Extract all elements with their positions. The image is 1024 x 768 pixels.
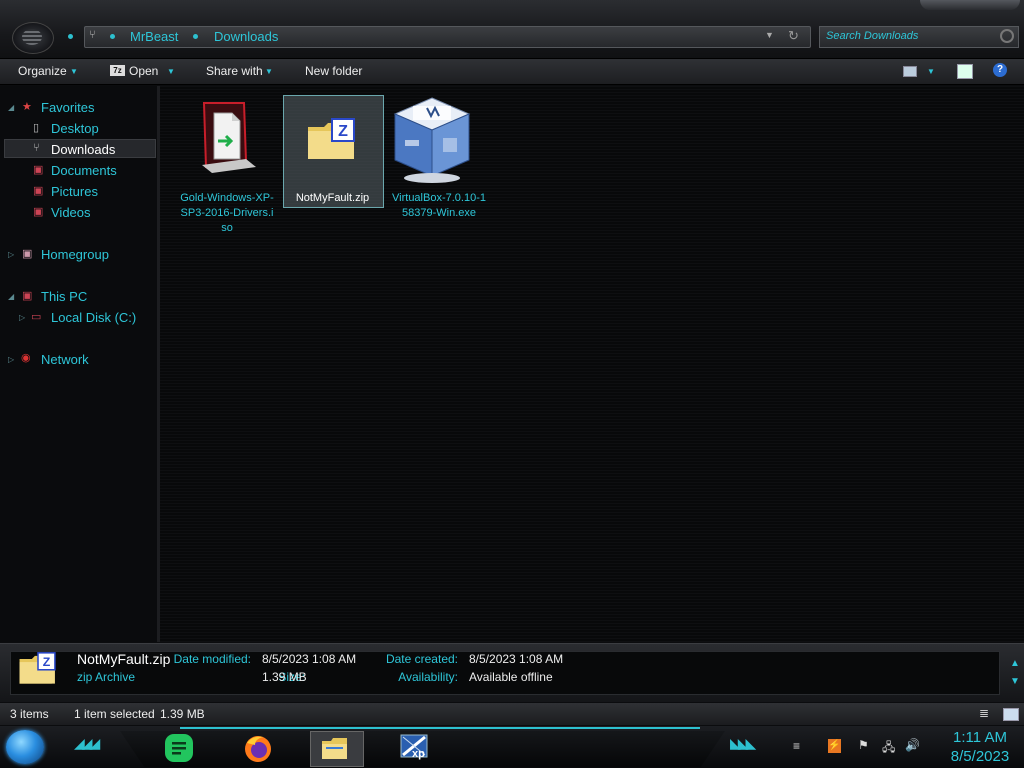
breadcrumb-separator	[193, 34, 198, 39]
disc-image-icon[interactable]	[196, 101, 258, 173]
nav-videos[interactable]: Videos	[51, 205, 91, 220]
pictures-icon: ▣	[33, 185, 44, 197]
details-view-icon[interactable]: ≣	[979, 706, 989, 720]
virtualbox-icon[interactable]	[391, 94, 473, 186]
right-chevrons-icon: ◣◣◣	[730, 735, 756, 751]
share-with-button[interactable]: Share with	[206, 64, 263, 78]
svg-text:Z: Z	[43, 655, 51, 669]
zip-folder-icon[interactable]: Z	[306, 117, 358, 163]
size-value: 1.39 MB	[262, 670, 307, 684]
computer-icon: ▣	[22, 290, 33, 302]
7zip-icon: 7z	[110, 65, 125, 76]
details-file-name: NotMyFault.zip	[77, 651, 171, 667]
share-dropdown-icon[interactable]: ▼	[265, 67, 273, 76]
status-size: 1.39 MB	[160, 707, 205, 721]
recent-locations-dot[interactable]	[68, 34, 73, 39]
status-item-count: 3 items	[10, 707, 49, 721]
breadcrumb-downloads[interactable]: Downloads	[214, 29, 278, 44]
date-created-value: 8/5/2023 1:08 AM	[469, 652, 564, 666]
nav-downloads[interactable]: Downloads	[51, 142, 115, 157]
breadcrumb-separator	[110, 34, 115, 39]
organize-dropdown-icon[interactable]: ▼	[70, 67, 78, 76]
search-icon[interactable]	[1000, 29, 1014, 43]
taskbar-accent-line	[180, 727, 700, 729]
java-update-icon[interactable]: ⚡	[828, 739, 841, 753]
downloads-folder-icon: ⑂	[33, 142, 40, 154]
network-tray-icon[interactable]: 🖧	[882, 738, 895, 759]
breadcrumb-mrbeast[interactable]: MrBeast	[130, 29, 178, 44]
availability-label: Availability:	[398, 670, 458, 684]
local-disk-icon: ▭	[31, 311, 42, 323]
date-created-label: Date created:	[385, 652, 458, 666]
details-scroll-icon[interactable]: ▲	[1010, 658, 1020, 669]
nav-this-pc[interactable]: This PC	[41, 289, 87, 304]
availability-value: Available offline	[469, 670, 553, 684]
nav-desktop[interactable]: Desktop	[51, 121, 99, 136]
network-icon: ◉	[21, 352, 31, 364]
window-caption-accent	[920, 0, 1020, 10]
view-dropdown-icon[interactable]: ▼	[927, 67, 935, 76]
search-placeholder: Search Downloads	[826, 30, 919, 42]
nav-documents[interactable]: Documents	[51, 163, 117, 178]
nav-pictures[interactable]: Pictures	[51, 184, 98, 199]
notes-app-icon[interactable]	[164, 733, 194, 763]
videos-icon: ▣	[33, 206, 44, 218]
documents-icon: ▣	[33, 164, 44, 176]
tray-stack-icon[interactable]: ≡	[793, 739, 800, 753]
homegroup-icon: ▣	[22, 248, 33, 260]
details-scroll-down-icon[interactable]: ▼	[1010, 676, 1020, 687]
refresh-icon[interactable]: ↻	[788, 28, 799, 44]
nav-favorites[interactable]: Favorites	[41, 100, 94, 115]
svg-text:Z: Z	[338, 123, 348, 140]
homegroup-expand-icon[interactable]: ▷	[8, 250, 14, 259]
desktop-icon: ▯	[33, 122, 40, 134]
file-name-iso[interactable]: Gold-Windows-XP-SP3-2016-Drivers.iso	[180, 191, 274, 236]
start-button[interactable]	[6, 730, 44, 764]
taskbar-clock[interactable]: 1:11 AM 8/5/2023	[940, 728, 1020, 766]
change-view-icon[interactable]	[903, 66, 917, 77]
firefox-icon[interactable]	[243, 733, 273, 763]
address-dropdown-icon[interactable]: ▼	[765, 30, 774, 40]
user-folder-icon: ⑂	[89, 29, 96, 41]
favorites-star-icon: ★	[22, 101, 32, 113]
nav-network[interactable]: Network	[41, 352, 89, 367]
nav-local-disk[interactable]: Local Disk (C:)	[51, 310, 136, 325]
left-chevrons-icon: ◢◢◢	[74, 735, 100, 751]
file-name-zip[interactable]: NotMyFault.zip	[284, 191, 381, 206]
favorites-expand-icon[interactable]: ◢	[8, 103, 14, 112]
xp-label: xp	[412, 748, 425, 760]
status-selected: 1 item selected	[74, 707, 155, 721]
help-icon[interactable]: ?	[993, 63, 1007, 77]
file-name-exe[interactable]: VirtualBox-7.0.10-158379-Win.exe	[390, 191, 488, 221]
action-center-flag-icon[interactable]: ⚑	[858, 738, 869, 752]
zip-folder-icon: Z	[18, 651, 58, 687]
open-button[interactable]: Open	[129, 64, 158, 78]
date-modified-value: 8/5/2023 1:08 AM	[262, 652, 357, 666]
organize-button[interactable]: Organize	[18, 64, 67, 78]
preview-pane-icon[interactable]	[957, 64, 973, 79]
volume-icon[interactable]: 🔊	[905, 738, 920, 752]
details-file-type: zip Archive	[77, 670, 136, 684]
thispc-expand-icon[interactable]: ◢	[8, 292, 14, 301]
open-dropdown-icon[interactable]: ▼	[167, 67, 175, 76]
clock-date: 8/5/2023	[950, 748, 1010, 765]
folder-icon	[320, 733, 350, 763]
back-forward-button[interactable]	[12, 22, 54, 54]
date-modified-label: Date modified:	[173, 652, 251, 666]
localdisk-expand-icon[interactable]: ▷	[19, 313, 25, 322]
clock-time: 1:11 AM	[953, 729, 1007, 746]
new-folder-button[interactable]: New folder	[305, 64, 362, 78]
network-expand-icon[interactable]: ▷	[8, 355, 14, 364]
nav-homegroup[interactable]: Homegroup	[41, 247, 109, 262]
large-icons-view-icon[interactable]	[1003, 708, 1019, 721]
